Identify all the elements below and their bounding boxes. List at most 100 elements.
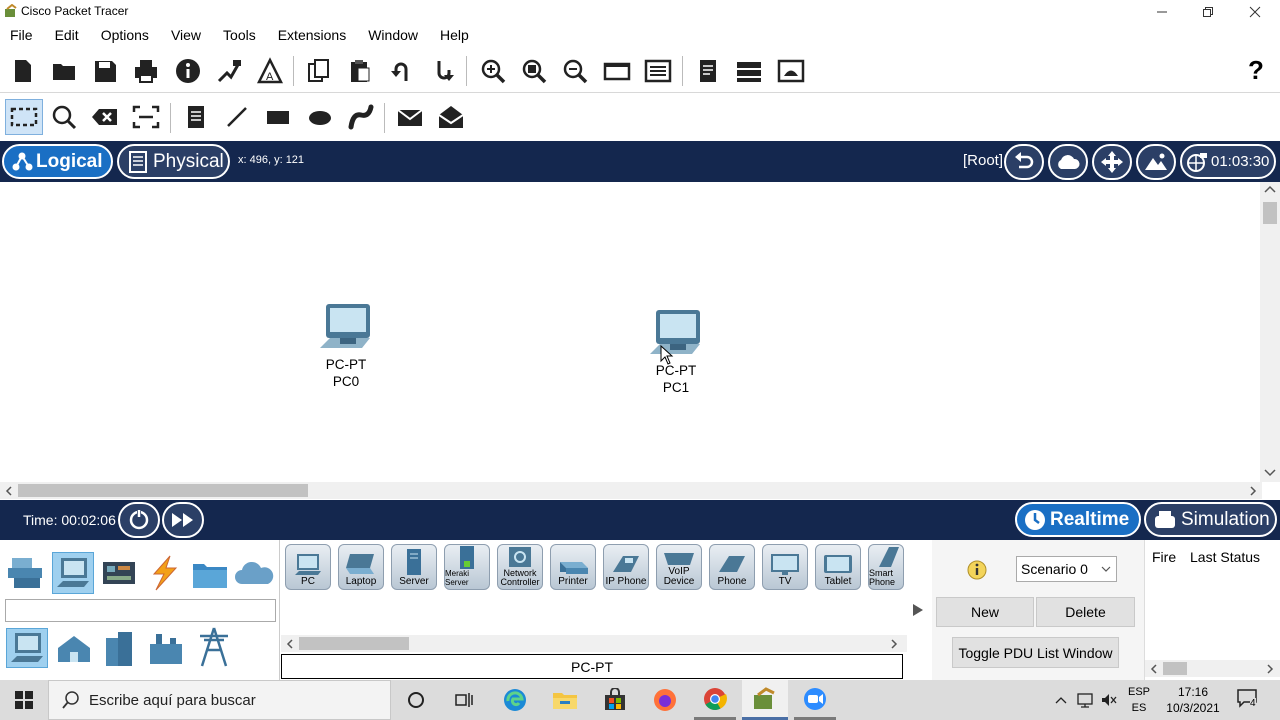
- device-pc0[interactable]: PC-PT PC0: [311, 302, 381, 390]
- category-network-devices[interactable]: [6, 554, 46, 592]
- taskbar-store[interactable]: [594, 680, 636, 720]
- draw-rectangle-button[interactable]: [260, 99, 296, 135]
- device-type-printer[interactable]: Printer: [550, 544, 596, 590]
- device-type-meraki-server[interactable]: Meraki Server: [444, 544, 490, 590]
- device-type-voip-device[interactable]: VoIP Device: [656, 544, 702, 590]
- cluster-button[interactable]: [731, 53, 767, 89]
- input-language-indicator[interactable]: ESP ES: [1124, 684, 1154, 716]
- fast-forward-time-button[interactable]: [162, 502, 204, 538]
- zoom-reset-button[interactable]: [516, 53, 552, 89]
- help-button[interactable]: ?: [1238, 53, 1274, 89]
- inspect-button[interactable]: [46, 99, 82, 135]
- device-type-server[interactable]: Server: [391, 544, 437, 590]
- show-hidden-icons-icon[interactable]: [1054, 694, 1068, 706]
- copy-button[interactable]: [301, 53, 337, 89]
- paste-button[interactable]: [342, 53, 378, 89]
- category-connections[interactable]: [146, 554, 182, 592]
- network-status-icon[interactable]: [1076, 692, 1094, 708]
- draw-ellipse-button[interactable]: [302, 99, 338, 135]
- undo-button[interactable]: [384, 53, 420, 89]
- device-search-input[interactable]: [5, 599, 276, 622]
- network-wizard-button[interactable]: [211, 53, 247, 89]
- subcategory-smart-city[interactable]: [100, 628, 138, 668]
- volume-muted-icon[interactable]: [1100, 692, 1118, 708]
- subcategory-power-grid[interactable]: [194, 626, 234, 668]
- restore-button[interactable]: [1185, 0, 1231, 24]
- toggle-pdu-list-button[interactable]: Toggle PDU List Window: [952, 637, 1119, 668]
- realtime-mode-tab[interactable]: Realtime: [1015, 502, 1141, 537]
- power-cycle-devices-button[interactable]: [118, 502, 160, 538]
- set-background-button[interactable]: [1136, 144, 1176, 180]
- device-type-ip-phone[interactable]: IP Phone: [603, 544, 649, 590]
- scenario-select[interactable]: Scenario 0: [1016, 556, 1117, 582]
- workspace-vertical-scrollbar[interactable]: [1260, 182, 1280, 482]
- print-button[interactable]: [128, 53, 164, 89]
- taskbar-packet-tracer[interactable]: [742, 680, 788, 720]
- physical-view-button[interactable]: [773, 53, 809, 89]
- redo-button[interactable]: [425, 53, 461, 89]
- delete-button[interactable]: [87, 99, 123, 135]
- logical-view-tab[interactable]: Logical: [2, 144, 113, 179]
- physical-view-tab[interactable]: Physical: [117, 144, 230, 179]
- menu-view[interactable]: View: [161, 27, 201, 43]
- device-type-tablet[interactable]: Tablet: [815, 544, 861, 590]
- freeform-button[interactable]: [343, 99, 379, 135]
- save-button[interactable]: [87, 53, 123, 89]
- column-header-fire[interactable]: Fire: [1152, 549, 1176, 565]
- viewport-clock-button[interactable]: 01:03:30: [1180, 144, 1276, 179]
- device-type-scroll-thumb[interactable]: [299, 637, 409, 650]
- taskbar-firefox[interactable]: [644, 680, 686, 720]
- menu-help[interactable]: Help: [430, 27, 469, 43]
- taskbar-clock[interactable]: 17:16 10/3/2021: [1158, 684, 1228, 716]
- new-scenario-button[interactable]: New: [936, 597, 1034, 627]
- task-view-button[interactable]: [444, 680, 484, 720]
- start-button[interactable]: [0, 680, 48, 720]
- open-button[interactable]: [46, 53, 82, 89]
- column-header-last-status[interactable]: Last Status: [1190, 549, 1260, 565]
- minimize-button[interactable]: [1139, 0, 1185, 24]
- subcategory-end-devices[interactable]: [6, 628, 48, 668]
- subcategory-industrial[interactable]: [146, 628, 186, 668]
- category-miscellaneous[interactable]: [190, 556, 230, 592]
- taskbar-edge[interactable]: [494, 680, 536, 720]
- text-file-button[interactable]: [690, 53, 726, 89]
- add-simple-pdu-button[interactable]: [392, 99, 428, 135]
- device-type-tv[interactable]: TV: [762, 544, 808, 590]
- custom-device-dialog-button[interactable]: [640, 53, 676, 89]
- add-complex-pdu-button[interactable]: [433, 99, 469, 135]
- category-end-devices[interactable]: [52, 552, 94, 594]
- delete-scenario-button[interactable]: Delete: [1036, 597, 1135, 627]
- device-type-network-controller[interactable]: Network Controller: [497, 544, 543, 590]
- draw-line-button[interactable]: [219, 99, 255, 135]
- taskbar-chrome[interactable]: [694, 680, 736, 720]
- menu-file[interactable]: File: [0, 27, 33, 43]
- place-note-button[interactable]: [178, 99, 214, 135]
- device-type-phone[interactable]: Phone: [709, 544, 755, 590]
- activity-wizard-button[interactable]: A: [252, 53, 288, 89]
- pdu-list-scroll-thumb[interactable]: [1163, 662, 1187, 675]
- device-type-laptop[interactable]: Laptop: [338, 544, 384, 590]
- pdu-list-horizontal-scrollbar[interactable]: [1145, 660, 1280, 677]
- taskbar-file-explorer[interactable]: [544, 680, 586, 720]
- info-button[interactable]: [170, 53, 206, 89]
- workspace-horizontal-scrollbar[interactable]: [0, 482, 1262, 499]
- category-multiuser[interactable]: [234, 556, 276, 592]
- vertical-scroll-thumb[interactable]: [1263, 202, 1277, 224]
- category-components[interactable]: [100, 556, 138, 592]
- subcategory-home[interactable]: [54, 630, 94, 666]
- info-icon[interactable]: [966, 559, 988, 581]
- new-cluster-button[interactable]: [1048, 144, 1088, 180]
- action-center-button[interactable]: 4: [1236, 688, 1262, 712]
- cortana-button[interactable]: [396, 680, 436, 720]
- simulation-mode-tab[interactable]: Simulation: [1144, 502, 1277, 537]
- menu-edit[interactable]: Edit: [45, 27, 79, 43]
- select-button[interactable]: [5, 99, 43, 135]
- taskbar-zoom[interactable]: [794, 680, 836, 720]
- device-pc1[interactable]: PC-PT PC1: [641, 308, 711, 396]
- menu-window[interactable]: Window: [358, 27, 418, 43]
- move-object-button[interactable]: [1092, 144, 1132, 180]
- device-type-smart-phone[interactable]: Smart Phone: [868, 544, 904, 590]
- taskbar-search-box[interactable]: Escribe aquí para buscar: [48, 680, 391, 720]
- resize-shape-button[interactable]: [128, 99, 164, 135]
- menu-tools[interactable]: Tools: [213, 27, 256, 43]
